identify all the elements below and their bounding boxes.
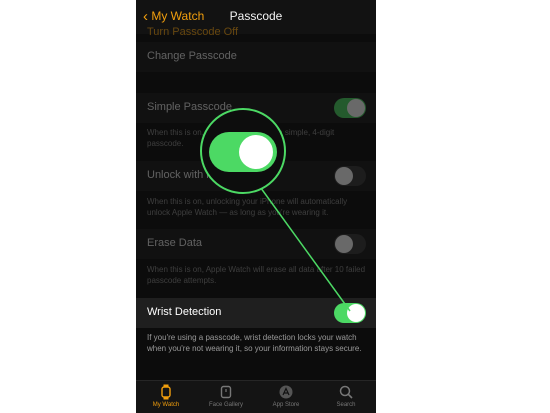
watch-icon [161,384,171,400]
change-passcode-row[interactable]: Change Passcode [136,42,376,72]
tab-label: App Store [272,402,300,408]
wrist-detection-toggle[interactable] [334,303,366,323]
wrist-detection-label: Wrist Detection [147,306,222,318]
page-title: Passcode [229,9,283,23]
turn-passcode-off-label: Turn Passcode Off [147,26,239,38]
erase-data-description: When this is on, Apple Watch will erase … [147,265,366,285]
tab-my-watch[interactable]: My Watch [136,384,196,408]
app-store-icon [279,385,293,399]
tab-label: My Watch [152,402,180,408]
change-passcode-label: Change Passcode [147,50,237,62]
tab-label: Face Gallery [208,402,243,408]
phone-screen: ‹ My Watch Passcode Turn Passcode Off Ch… [136,0,376,413]
zoom-callout [200,108,286,194]
wrist-detection-description: If you're using a passcode, wrist detect… [147,333,362,353]
turn-passcode-off-row[interactable]: Turn Passcode Off [136,22,376,42]
tab-label: Search [336,402,356,408]
tab-search[interactable]: Search [316,384,376,408]
simple-passcode-toggle[interactable] [334,98,366,118]
tab-face-gallery[interactable]: Face Gallery [196,384,256,408]
erase-data-row: Erase Data [136,229,376,259]
tab-bar: My Watch Face Gallery App Store Search [136,380,376,413]
search-icon [339,385,353,399]
toggle-knob [335,235,353,253]
toggle-knob [239,135,273,169]
toggle-knob [347,304,365,322]
toggle-knob [335,167,353,185]
simple-passcode-label: Simple Passcode [147,101,232,113]
magnified-toggle [209,132,277,172]
erase-data-toggle[interactable] [334,234,366,254]
unlock-with-iphone-toggle[interactable] [334,166,366,186]
erase-data-label: Erase Data [147,237,203,249]
wrist-detection-row: Wrist Detection [136,298,376,328]
face-gallery-icon [220,385,232,399]
toggle-knob [347,99,365,117]
tab-app-store[interactable]: App Store [256,384,316,408]
unlock-with-iphone-description: When this is on, unlocking your iPhone w… [147,197,348,217]
